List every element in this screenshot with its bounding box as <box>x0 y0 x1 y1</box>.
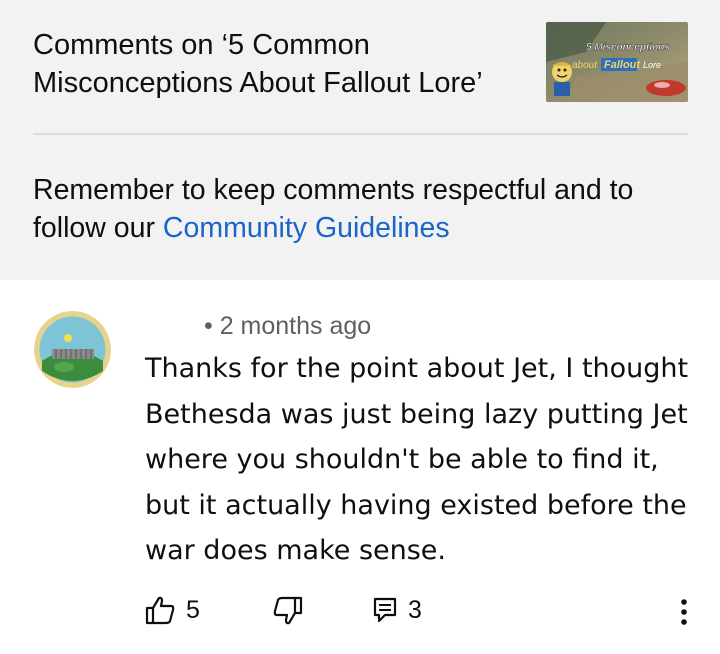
comment-text: Thanks for the point about Jet, I though… <box>145 353 689 566</box>
thumbnail-text-lore: Lore <box>643 60 661 70</box>
reply-count: 3 <box>408 596 422 624</box>
thumbnail-text-fallout: Fallout <box>604 59 641 71</box>
dislike-button[interactable] <box>272 596 304 626</box>
comment-timestamp: • 2 months ago <box>204 312 372 340</box>
like-count: 5 <box>186 596 200 624</box>
header-divider <box>33 133 688 135</box>
thumbnail-text-about: about <box>572 60 598 71</box>
more-vert-icon <box>681 599 687 625</box>
comments-header-panel: Comments on ‘5 Common Misconceptions Abo… <box>0 0 720 280</box>
community-guidelines-notice: Remember to keep comments respectful and… <box>33 171 703 247</box>
comments-title: Comments on ‘5 Common Misconceptions Abo… <box>33 29 483 99</box>
reply-button[interactable]: 3 <box>372 594 422 626</box>
comment-actions: 5 3 <box>0 590 720 634</box>
more-options-button[interactable] <box>678 592 690 632</box>
reply-icon <box>373 597 397 623</box>
video-thumbnail[interactable]: 5 Misconceptions about Fallout Lore <box>546 22 688 102</box>
avatar[interactable] <box>34 311 111 388</box>
thumbs-up-icon <box>145 596 175 625</box>
like-button[interactable]: 5 <box>144 594 200 626</box>
community-guidelines-link[interactable]: Community Guidelines <box>163 212 450 244</box>
thumbs-down-icon <box>273 596 303 625</box>
thumbnail-text-line1: 5 Misconceptions <box>586 42 670 53</box>
